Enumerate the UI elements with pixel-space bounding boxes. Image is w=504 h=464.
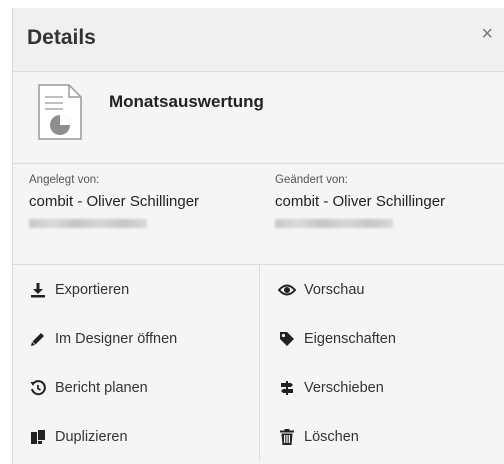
action-row: Bericht planen Verschieben [13, 363, 504, 412]
move-label: Verschieben [304, 379, 384, 396]
properties-button[interactable]: Eigenschaften [259, 314, 504, 363]
modified-by-label: Geändert von: [275, 174, 348, 186]
details-panel: Details × Monatsauswertung Angelegt von:… [12, 8, 504, 464]
action-row: Duplizieren Löschen [13, 412, 504, 461]
preview-label: Vorschau [304, 281, 365, 298]
created-by-user: combit - Oliver Schillinger [29, 193, 200, 210]
move-button[interactable]: Verschieben [259, 363, 504, 412]
delete-button[interactable]: Löschen [259, 412, 504, 461]
modified-by-user: combit - Oliver Schillinger [275, 193, 446, 210]
schedule-report-button[interactable]: Bericht planen [13, 363, 259, 412]
details-header: Details × [13, 8, 504, 72]
signpost-icon [278, 379, 296, 397]
eye-icon [278, 281, 296, 299]
modified-by-block: Geändert von: combit - Oliver Schillinge… [275, 174, 504, 228]
document-summary: Monatsauswertung [13, 72, 504, 164]
action-grid: Exportieren Vorschau Im Designer öffnen [13, 264, 504, 461]
created-by-label: Angelegt von: [29, 174, 100, 186]
created-by-block: Angelegt von: combit - Oliver Schillinge… [29, 174, 259, 228]
delete-label: Löschen [304, 428, 359, 445]
duplicate-label: Duplizieren [55, 428, 128, 445]
details-title: Details [27, 26, 96, 49]
created-date-redacted [29, 219, 147, 228]
trash-icon [278, 428, 296, 446]
report-document-icon [37, 83, 83, 141]
action-row: Im Designer öffnen Eigenschaften [13, 314, 504, 363]
close-button[interactable]: × [481, 24, 493, 44]
properties-label: Eigenschaften [304, 330, 396, 347]
open-in-designer-button[interactable]: Im Designer öffnen [13, 314, 259, 363]
export-button[interactable]: Exportieren [13, 265, 259, 314]
download-icon [29, 281, 47, 299]
duplicate-button[interactable]: Duplizieren [13, 412, 259, 461]
copy-icon [29, 428, 47, 446]
tag-icon [278, 330, 296, 348]
open-in-designer-label: Im Designer öffnen [55, 330, 178, 347]
history-icon [29, 379, 47, 397]
preview-button[interactable]: Vorschau [259, 265, 504, 314]
modified-date-redacted [275, 219, 393, 228]
action-row: Exportieren Vorschau [13, 265, 504, 314]
pencil-icon [29, 330, 47, 348]
document-name: Monatsauswertung [109, 92, 264, 111]
export-label: Exportieren [55, 281, 130, 298]
schedule-report-label: Bericht planen [55, 379, 148, 396]
